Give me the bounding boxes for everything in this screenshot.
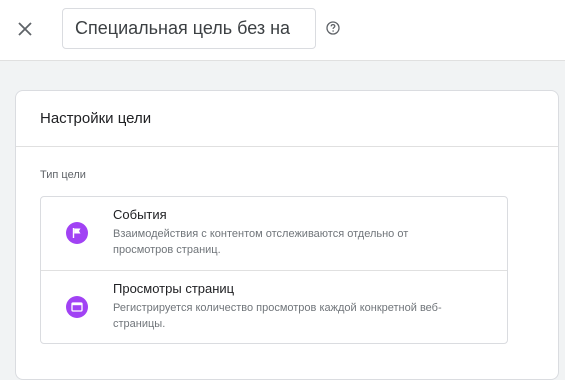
goal-name-input[interactable] bbox=[62, 8, 316, 49]
top-bar bbox=[0, 0, 565, 61]
goal-type-label: Тип цели bbox=[40, 169, 86, 181]
help-icon[interactable] bbox=[326, 21, 340, 35]
browser-window-icon bbox=[66, 296, 88, 318]
option-page-views[interactable]: Просмотры страниц Регистрируется количес… bbox=[41, 270, 507, 343]
option-events[interactable]: События Взаимодействия с контентом отсле… bbox=[41, 197, 507, 270]
option-title: Просмотры страниц bbox=[113, 281, 235, 296]
goal-settings-card: Настройки цели Тип цели События Взаимоде… bbox=[15, 90, 559, 380]
close-icon bbox=[18, 22, 32, 36]
option-title: События bbox=[113, 207, 167, 222]
close-button[interactable] bbox=[12, 16, 38, 42]
goal-type-options: События Взаимодействия с контентом отсле… bbox=[40, 196, 508, 344]
option-description: Регистрируется количество просмотров каж… bbox=[113, 302, 442, 330]
option-description: Взаимодействия с контентом отслеживаются… bbox=[113, 228, 409, 256]
card-title: Настройки цели bbox=[16, 91, 558, 147]
flag-icon bbox=[66, 222, 88, 244]
